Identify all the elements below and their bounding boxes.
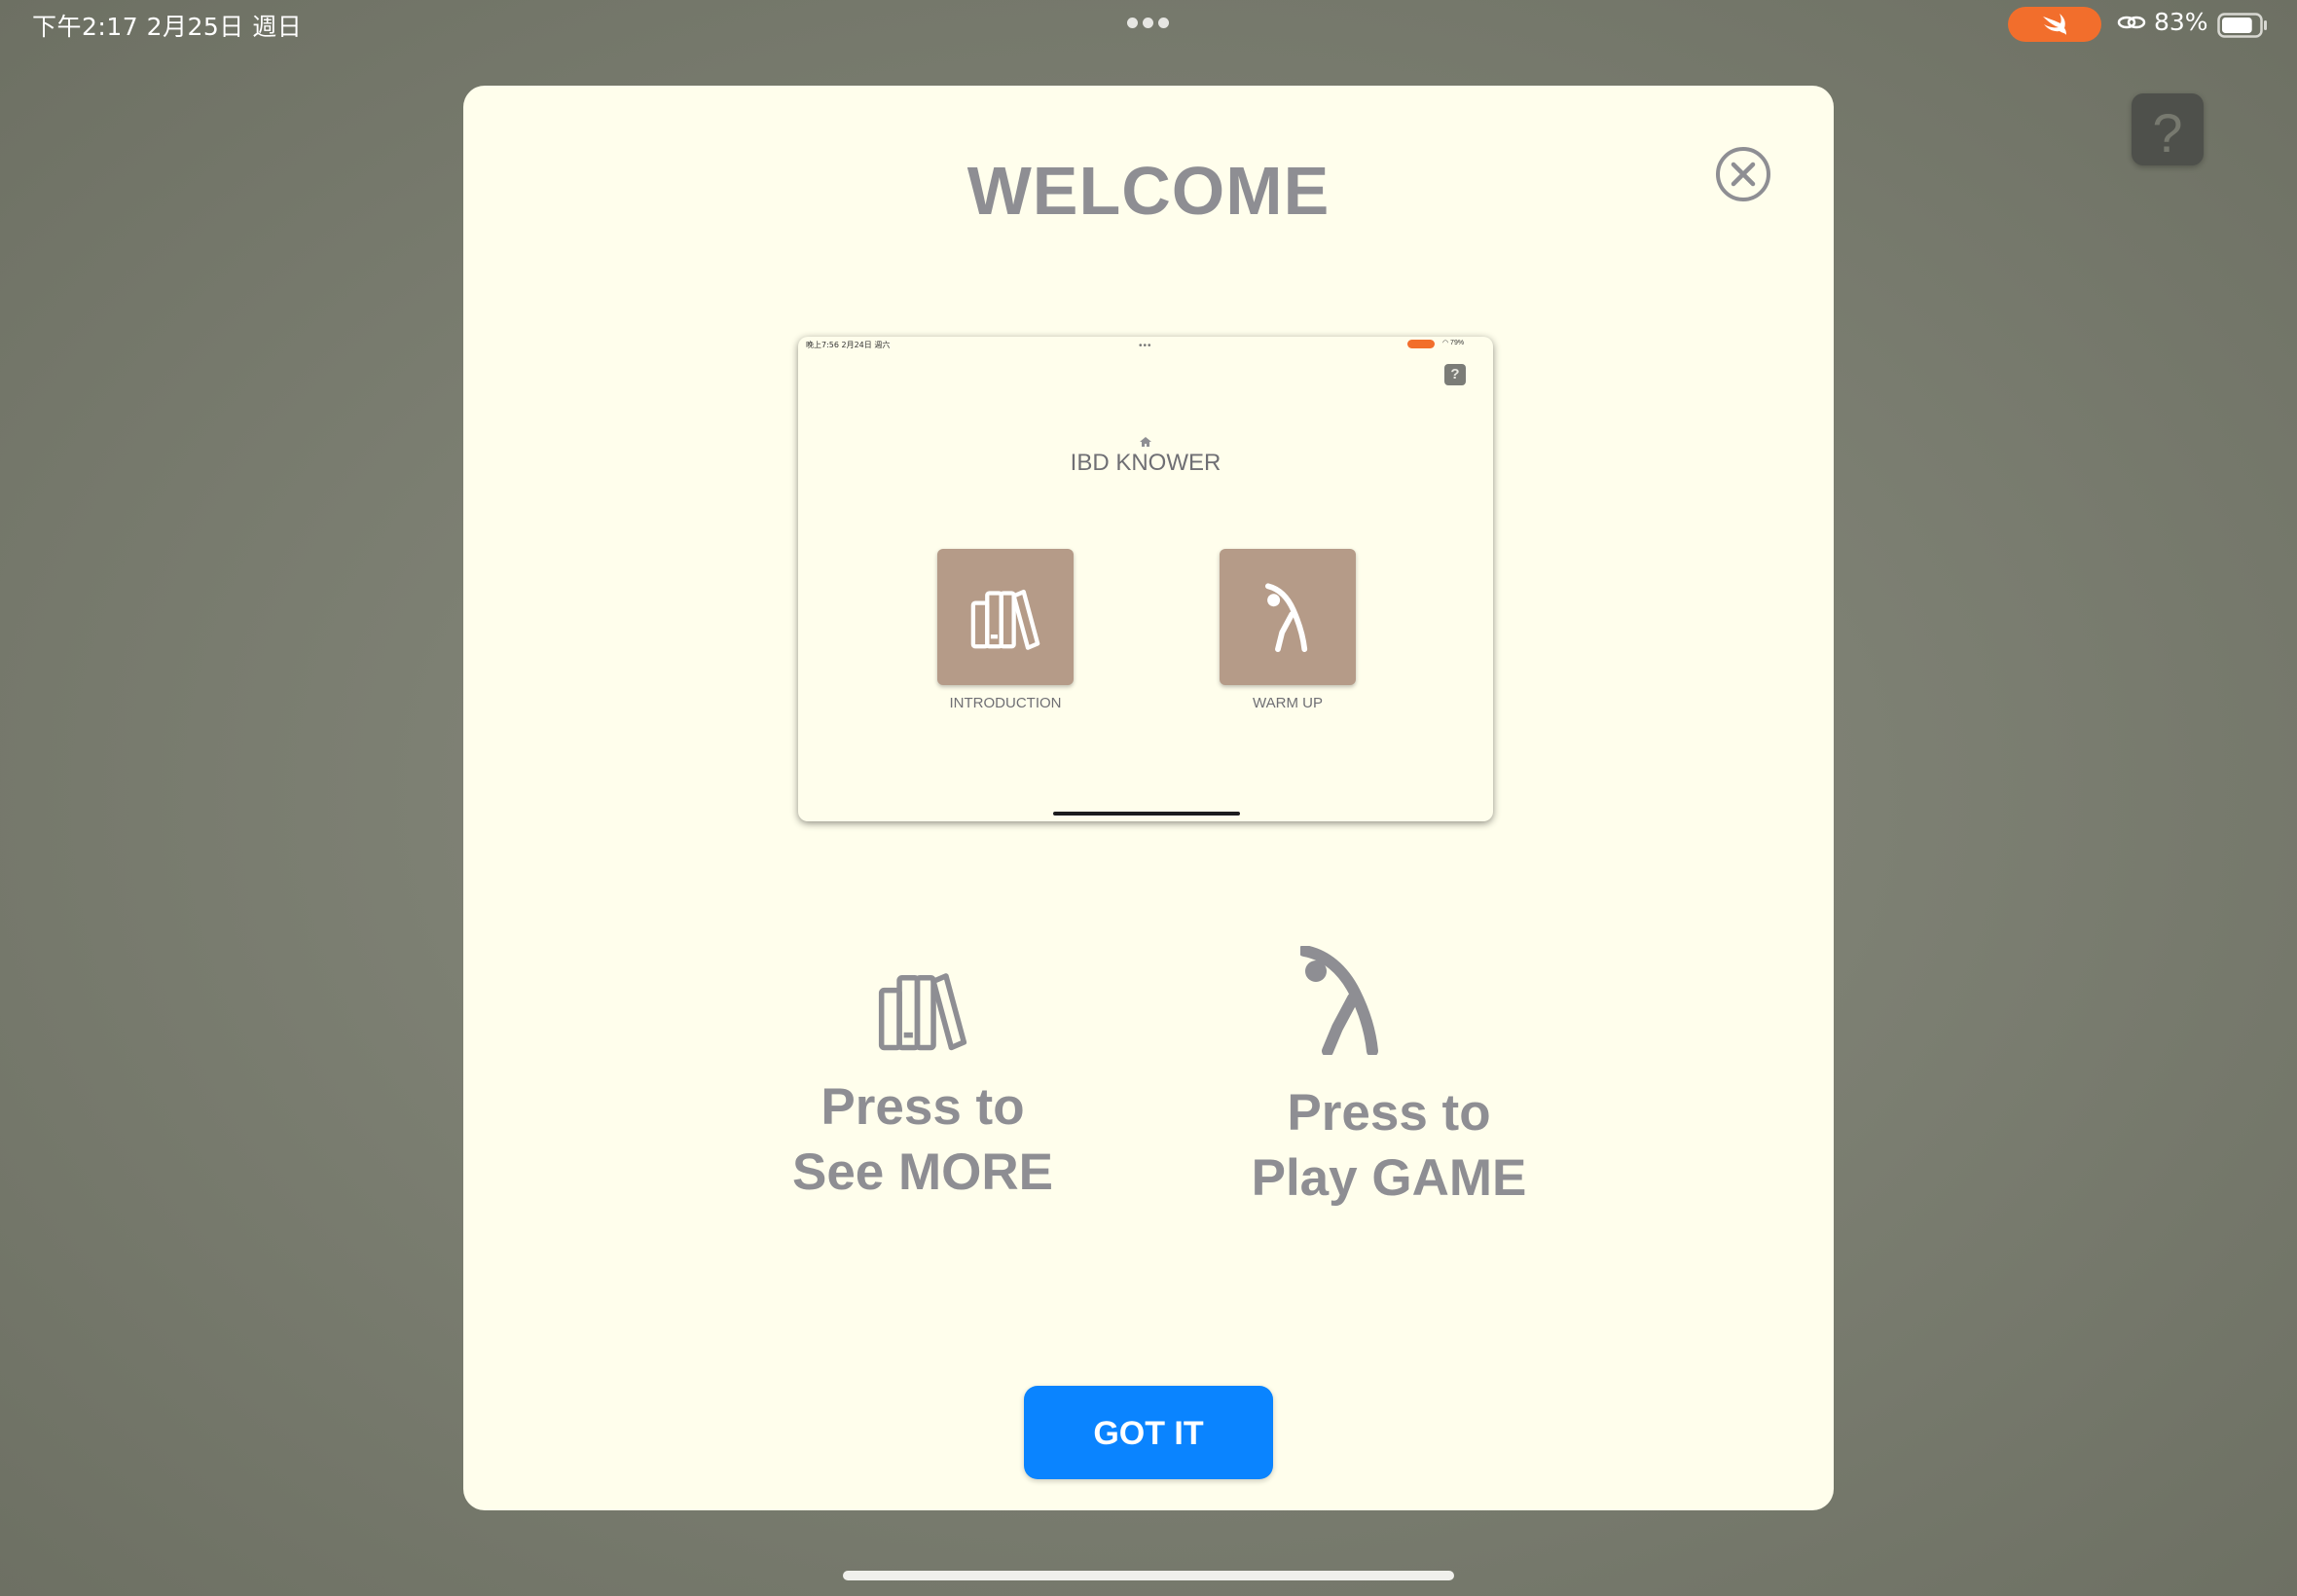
- preview-home-indicator: [1053, 812, 1240, 816]
- preview-warm-up-label: WARM UP: [1253, 695, 1323, 711]
- home-icon: [1140, 437, 1151, 447]
- instruction-line: See MORE: [791, 1143, 1054, 1201]
- preview-status-dots: •••: [1139, 341, 1152, 351]
- play-game-instruction: Press to Play GAME: [1170, 1080, 1608, 1211]
- app-preview-screenshot: 晚上7:56 2月24日 週六 ••• ◠ 79% ? IBD KNOWER I…: [798, 337, 1493, 821]
- multitasking-dots-icon[interactable]: [1127, 18, 1170, 29]
- link-icon: [2117, 16, 2146, 29]
- status-bar: 下午2:17 2月25日 週日 83%: [0, 0, 2297, 49]
- modal-title: WELCOME: [966, 153, 1331, 229]
- instruction-line: Press to: [820, 1078, 1025, 1136]
- books-icon: [970, 589, 1040, 650]
- close-icon[interactable]: [1715, 146, 1771, 202]
- instruction-line: Play GAME: [1251, 1149, 1527, 1207]
- home-indicator[interactable]: [843, 1571, 1454, 1580]
- status-time-date: 下午2:17 2月25日 週日: [32, 13, 303, 41]
- preview-battery: ◠ 79%: [1442, 340, 1465, 346]
- battery-percentage: 83%: [2154, 8, 2208, 36]
- preview-help-button: ?: [1444, 364, 1466, 385]
- preview-swift-pill: [1407, 340, 1435, 348]
- preview-introduction-tile: [937, 549, 1074, 685]
- preview-warm-up-tile: [1220, 549, 1356, 685]
- battery-icon: [2217, 13, 2267, 38]
- preview-status-time: 晚上7:56 2月24日 週六: [806, 341, 891, 349]
- got-it-button[interactable]: GOT IT: [1024, 1386, 1273, 1479]
- books-icon: [878, 973, 967, 1051]
- background-help-button[interactable]: ?: [2132, 93, 2204, 165]
- preview-app-title: IBD KNOWER: [1070, 450, 1221, 476]
- stretching-figure-icon: [1264, 583, 1308, 652]
- stretching-figure-icon: [1300, 946, 1378, 1055]
- swift-bird-icon: [2043, 14, 2066, 35]
- swift-playgrounds-pill[interactable]: [2008, 7, 2101, 42]
- welcome-modal: WELCOME 晚上7:56 2月24日 週六 ••• ◠ 79% ? IBD …: [463, 86, 1834, 1510]
- see-more-instruction: Press to See MORE: [728, 1074, 1117, 1205]
- help-question-icon: ?: [2152, 102, 2183, 163]
- preview-introduction-label: INTRODUCTION: [949, 695, 1062, 711]
- instruction-line: Press to: [1287, 1084, 1491, 1142]
